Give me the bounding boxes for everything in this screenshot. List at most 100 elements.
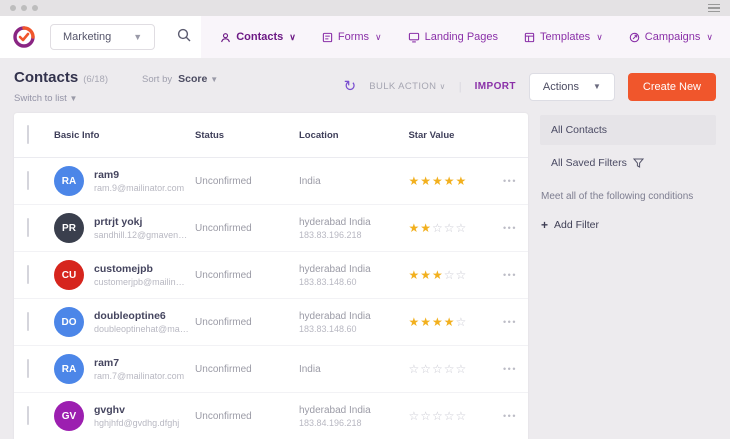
actions-button[interactable]: Actions ▼ <box>529 73 615 101</box>
row-more-button[interactable]: ••• <box>492 317 528 327</box>
contact-count: (6/18) <box>83 74 108 85</box>
row-more-button[interactable]: ••• <box>492 176 528 186</box>
status-label: Unconfirmed <box>195 317 299 328</box>
contact-name[interactable]: prtrjt yokj <box>94 216 195 228</box>
star-icon[interactable]: ☆ <box>456 362 468 376</box>
star-icon[interactable]: ★ <box>408 221 420 235</box>
bulk-action-button[interactable]: BULK ACTION ∨ <box>369 81 446 92</box>
table-row[interactable]: RA ram7 ram.7@mailinator.com Unconfirmed… <box>14 346 528 393</box>
star-icon[interactable]: ★ <box>420 268 432 282</box>
star-icon[interactable]: ☆ <box>456 409 468 423</box>
landing-pages-icon <box>408 32 420 43</box>
org-select[interactable]: Marketing ▼ <box>50 24 155 50</box>
star-icon[interactable]: ☆ <box>420 362 432 376</box>
contact-email: sandhill.12@gmavenstar.co... <box>94 230 195 240</box>
menu-icon[interactable] <box>708 4 720 13</box>
nav-menu: Contacts ∨ Forms ∨ Landing Pages ∨ Templ… <box>201 16 730 58</box>
nav-item[interactable]: Landing Pages ∨ <box>395 25 511 49</box>
table-row[interactable]: PR prtrjt yokj sandhill.12@gmavenstar.co… <box>14 205 528 252</box>
refresh-icon[interactable]: ↻ <box>344 79 357 94</box>
location-label: hyderabad India <box>299 405 409 416</box>
star-icon[interactable]: ★ <box>456 174 468 188</box>
contact-name[interactable]: ram7 <box>94 357 190 369</box>
create-new-button[interactable]: Create New <box>628 73 716 101</box>
ip-address: 183.83.148.60 <box>299 277 409 287</box>
window-dot[interactable] <box>10 5 16 11</box>
status-label: Unconfirmed <box>195 176 299 187</box>
star-icon[interactable]: ☆ <box>456 315 468 329</box>
table-row[interactable]: GV gvghv hghjhfd@gvdhg.dfghj Unconfirmed… <box>14 393 528 439</box>
saved-filters-link[interactable]: All Saved Filters <box>540 145 716 169</box>
switch-to-list-link[interactable]: Switch to list ▼ <box>14 93 218 104</box>
star-icon[interactable]: ☆ <box>444 268 456 282</box>
row-more-button[interactable]: ••• <box>492 270 528 280</box>
star-icon[interactable]: ★ <box>420 315 432 329</box>
contact-name[interactable]: doubleoptine6 <box>94 310 195 322</box>
star-icon[interactable]: ☆ <box>444 362 456 376</box>
star-icon[interactable]: ☆ <box>456 268 468 282</box>
table-row[interactable]: DO doubleoptine6 doubleoptinehat@mailina… <box>14 299 528 346</box>
star-icon[interactable]: ☆ <box>444 221 456 235</box>
row-more-button[interactable]: ••• <box>492 223 528 233</box>
star-icon[interactable]: ☆ <box>408 362 420 376</box>
all-contacts-filter[interactable]: All Contacts <box>540 115 716 145</box>
table-body: RA ram9 ram.9@mailinator.com Unconfirmed… <box>14 158 528 439</box>
window-controls[interactable] <box>10 5 38 11</box>
star-icon[interactable]: ☆ <box>456 221 468 235</box>
row-more-button[interactable]: ••• <box>492 411 528 421</box>
ip-address: 183.83.196.218 <box>299 230 409 240</box>
star-icon[interactable]: ☆ <box>444 409 456 423</box>
contact-name[interactable]: customejpb <box>94 263 195 275</box>
star-icon[interactable]: ★ <box>420 221 432 235</box>
row-checkbox[interactable] <box>27 265 29 284</box>
table-header: Basic Info Status Location Star Value <box>14 113 528 158</box>
star-icon[interactable]: ☆ <box>420 409 432 423</box>
chevron-down-icon: ▼ <box>133 32 142 42</box>
add-filter-button[interactable]: + Add Filter <box>540 202 716 232</box>
location-label: India <box>299 364 409 375</box>
contact-name[interactable]: gvghv <box>94 404 185 416</box>
location-label: India <box>299 176 409 187</box>
table-row[interactable]: RA ram9 ram.9@mailinator.com Unconfirmed… <box>14 158 528 205</box>
contact-email: ram.9@mailinator.com <box>94 183 190 193</box>
status-label: Unconfirmed <box>195 364 299 375</box>
nav-item[interactable]: Campaigns ∨ <box>616 25 726 49</box>
star-icon[interactable]: ☆ <box>432 409 444 423</box>
chevron-down-icon: ▼ <box>210 75 218 84</box>
nav-more-button[interactable]: ••• <box>726 25 730 49</box>
nav-item[interactable]: Templates ∨ <box>511 25 616 49</box>
window-dot[interactable] <box>21 5 27 11</box>
star-icon[interactable]: ★ <box>408 268 420 282</box>
row-more-button[interactable]: ••• <box>492 364 528 374</box>
import-button[interactable]: IMPORT <box>475 81 516 92</box>
row-checkbox[interactable] <box>27 171 29 190</box>
star-icon[interactable]: ☆ <box>432 362 444 376</box>
row-checkbox[interactable] <box>27 218 29 237</box>
row-checkbox[interactable] <box>27 312 29 331</box>
nav-item[interactable]: Contacts ∨ <box>207 25 309 49</box>
row-checkbox[interactable] <box>27 359 29 378</box>
nav-item[interactable]: Forms ∨ <box>309 25 395 49</box>
star-icon[interactable]: ★ <box>408 315 420 329</box>
search-button[interactable] <box>171 22 197 53</box>
star-icon[interactable]: ★ <box>432 174 444 188</box>
star-icon[interactable]: ☆ <box>408 409 420 423</box>
table-row[interactable]: CU customejpb customerjpb@mailinator.com… <box>14 252 528 299</box>
star-icon[interactable]: ★ <box>444 315 456 329</box>
star-icon[interactable]: ★ <box>420 174 432 188</box>
row-checkbox[interactable] <box>27 406 29 425</box>
star-icon[interactable]: ★ <box>432 315 444 329</box>
sort-select[interactable]: Score ▼ <box>178 73 218 85</box>
contact-name[interactable]: ram9 <box>94 169 190 181</box>
star-rating: ★★☆☆☆ <box>408 221 492 235</box>
window-dot[interactable] <box>32 5 38 11</box>
select-all-checkbox[interactable] <box>27 125 29 144</box>
star-icon[interactable]: ★ <box>432 268 444 282</box>
star-icon[interactable]: ☆ <box>432 221 444 235</box>
ip-address: 183.83.148.60 <box>299 324 409 334</box>
star-icon[interactable]: ★ <box>444 174 456 188</box>
campaigns-logo-icon <box>12 25 36 49</box>
chevron-down-icon: ▼ <box>593 82 601 91</box>
star-icon[interactable]: ★ <box>408 174 420 188</box>
plus-icon: + <box>541 218 548 232</box>
